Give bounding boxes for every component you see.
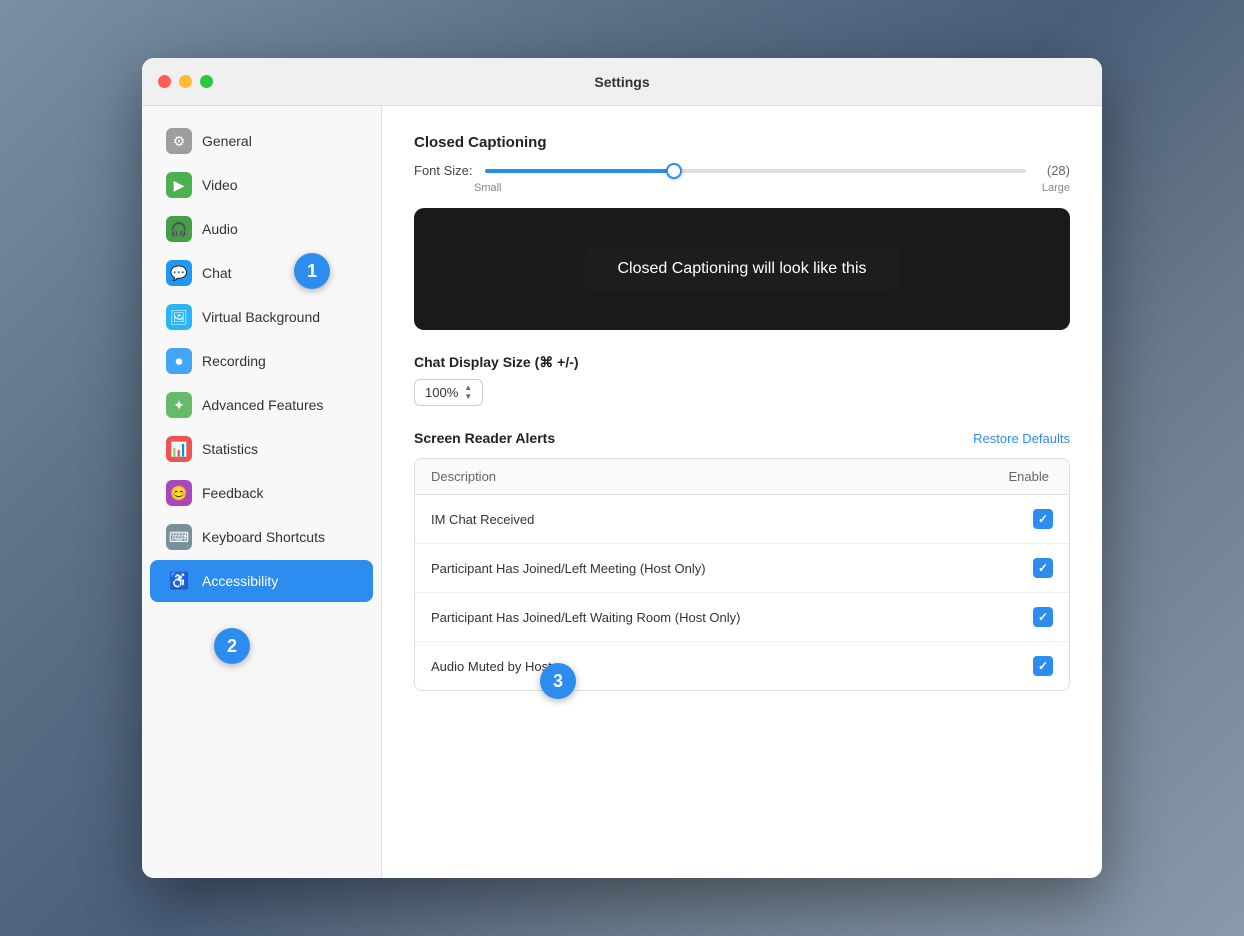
alert-row-audio-muted: Audio Muted by Host ✓ (415, 642, 1069, 690)
restore-defaults-button[interactable]: Restore Defaults (973, 431, 1070, 446)
window-title: Settings (594, 74, 649, 90)
virtual-background-icon: 🖼 (166, 304, 192, 330)
chat-display-row: Chat Display Size (⌘ +/-) 100% ▲ ▼ (414, 354, 1070, 406)
sidebar-item-statistics[interactable]: 📊 Statistics (150, 428, 373, 470)
alerts-table-header: Description Enable (415, 459, 1069, 495)
annotation-bubble-1: 1 (294, 253, 330, 289)
alerts-header: Screen Reader Alerts Restore Defaults (414, 430, 1070, 446)
font-size-slider-container (485, 169, 1026, 173)
sidebar-label-feedback: Feedback (202, 485, 263, 501)
chat-display-label: Chat Display Size (⌘ +/-) (414, 354, 1070, 371)
keyboard-shortcuts-icon: ⌨ (166, 524, 192, 550)
alert-row-participant-meeting: Participant Has Joined/Left Meeting (Hos… (415, 544, 1069, 593)
sidebar-item-audio[interactable]: 🎧 Audio (150, 208, 373, 250)
sidebar-label-keyboard: Keyboard Shortcuts (202, 529, 325, 545)
sidebar-item-advanced-features[interactable]: ✦ Advanced Features (150, 384, 373, 426)
maximize-button[interactable] (200, 75, 213, 88)
statistics-icon: 📊 (166, 436, 192, 462)
font-size-label: Font Size: (414, 163, 473, 178)
caption-preview-text: Closed Captioning will look like this (585, 248, 898, 290)
alert-checkbox-participant-waiting[interactable]: ✓ (1033, 607, 1053, 627)
font-size-row: Font Size: (28) (414, 163, 1070, 178)
sidebar-item-chat[interactable]: 💬 Chat (150, 252, 373, 294)
sidebar-label-advanced: Advanced Features (202, 397, 323, 413)
sidebar-label-audio: Audio (202, 221, 238, 237)
closed-captioning-title: Closed Captioning (414, 134, 1070, 151)
general-icon: ⚙ (166, 128, 192, 154)
recording-icon: ⏺ (166, 348, 192, 374)
select-stepper-icon: ▲ ▼ (464, 384, 472, 401)
slider-label-large: Large (1042, 182, 1070, 194)
annotation-bubble-2: 2 (214, 628, 250, 664)
settings-window: Settings ⚙ General ▶ Video 🎧 Audio (142, 58, 1102, 878)
close-button[interactable] (158, 75, 171, 88)
sidebar-label-accessibility: Accessibility (202, 573, 278, 589)
title-bar: Settings (142, 58, 1102, 106)
font-size-slider-track (485, 169, 1026, 173)
caption-preview: Closed Captioning will look like this (414, 208, 1070, 330)
chat-icon: 💬 (166, 260, 192, 286)
audio-icon: 🎧 (166, 216, 192, 242)
sidebar-label-chat: Chat (202, 265, 232, 281)
sidebar: ⚙ General ▶ Video 🎧 Audio 💬 Chat 🖼 (142, 106, 382, 878)
alert-desc-im-chat: IM Chat Received (431, 512, 534, 527)
font-size-value: (28) (1038, 163, 1070, 178)
slider-label-small: Small (474, 182, 502, 194)
sidebar-item-video[interactable]: ▶ Video (150, 164, 373, 206)
alerts-table: Description Enable IM Chat Received ✓ Pa… (414, 458, 1070, 691)
alerts-table-body: IM Chat Received ✓ Participant Has Joine… (415, 495, 1069, 690)
alert-row-im-chat: IM Chat Received ✓ (415, 495, 1069, 544)
sidebar-item-general[interactable]: ⚙ General (150, 120, 373, 162)
chat-display-select[interactable]: 100% ▲ ▼ (414, 379, 483, 406)
advanced-features-icon: ✦ (166, 392, 192, 418)
col-enable-header: Enable (1009, 469, 1053, 484)
slider-fill (485, 169, 675, 173)
alert-checkbox-audio-muted[interactable]: ✓ (1033, 656, 1053, 676)
alert-desc-audio-muted: Audio Muted by Host (431, 659, 552, 674)
sidebar-item-keyboard-shortcuts[interactable]: ⌨ Keyboard Shortcuts (150, 516, 373, 558)
sidebar-item-feedback[interactable]: 😊 Feedback (150, 472, 373, 514)
content-area: ⚙ General ▶ Video 🎧 Audio 💬 Chat 🖼 (142, 106, 1102, 878)
alert-desc-participant-waiting: Participant Has Joined/Left Waiting Room… (431, 610, 740, 625)
alert-checkbox-participant-meeting[interactable]: ✓ (1033, 558, 1053, 578)
sidebar-item-virtual-background[interactable]: 🖼 Virtual Background (150, 296, 373, 338)
minimize-button[interactable] (179, 75, 192, 88)
alert-checkbox-im-chat[interactable]: ✓ (1033, 509, 1053, 529)
feedback-icon: 😊 (166, 480, 192, 506)
chat-display-value: 100% (425, 385, 458, 400)
alert-desc-participant-meeting: Participant Has Joined/Left Meeting (Hos… (431, 561, 706, 576)
sidebar-label-virtual-background: Virtual Background (202, 309, 320, 325)
annotation-bubble-3: 3 (540, 663, 576, 699)
video-icon: ▶ (166, 172, 192, 198)
main-content: Closed Captioning Font Size: (28) Small … (382, 106, 1102, 878)
sidebar-label-video: Video (202, 177, 238, 193)
accessibility-icon: ♿ (166, 568, 192, 594)
sidebar-label-general: General (202, 133, 252, 149)
sidebar-label-statistics: Statistics (202, 441, 258, 457)
col-description-header: Description (431, 469, 496, 484)
sidebar-label-recording: Recording (202, 353, 266, 369)
slider-thumb[interactable] (666, 163, 682, 179)
slider-labels: Small Large (414, 182, 1070, 194)
sidebar-item-accessibility[interactable]: ♿ Accessibility (150, 560, 373, 602)
traffic-lights (158, 75, 213, 88)
alert-row-participant-waiting: Participant Has Joined/Left Waiting Room… (415, 593, 1069, 642)
sidebar-item-recording[interactable]: ⏺ Recording (150, 340, 373, 382)
alerts-title: Screen Reader Alerts (414, 430, 555, 446)
